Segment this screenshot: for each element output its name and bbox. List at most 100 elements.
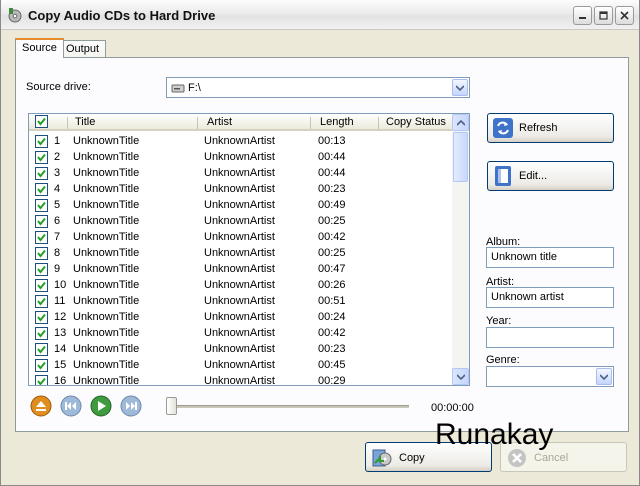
- close-icon: [620, 11, 629, 20]
- track-checkbox[interactable]: [35, 215, 48, 228]
- artist-field[interactable]: Unknown artist: [486, 287, 614, 308]
- scroll-thumb[interactable]: [453, 132, 468, 182]
- seek-thumb[interactable]: [166, 397, 177, 415]
- track-list-header: Title Artist Length Copy Status: [29, 114, 453, 131]
- track-checkbox[interactable]: [35, 247, 48, 260]
- vertical-scrollbar[interactable]: [452, 114, 469, 385]
- play-icon[interactable]: [90, 395, 112, 417]
- track-artist: UnknownArtist: [204, 359, 275, 371]
- table-row[interactable]: 4 UnknownTitle UnknownArtist 00:23: [29, 182, 453, 198]
- checkmark-icon: [37, 377, 46, 385]
- track-length: 00:47: [318, 263, 346, 275]
- select-all-checkbox[interactable]: [35, 115, 48, 128]
- track-artist: UnknownArtist: [204, 295, 275, 307]
- track-artist: UnknownArtist: [204, 199, 275, 211]
- track-checkbox[interactable]: [35, 167, 48, 180]
- checkmark-icon: [37, 201, 46, 210]
- header-length[interactable]: Length: [320, 116, 354, 128]
- track-title: UnknownTitle: [73, 215, 140, 227]
- source-drive-value: F:\: [188, 82, 201, 94]
- header-title[interactable]: Title: [75, 116, 95, 128]
- maximize-button[interactable]: [594, 6, 613, 25]
- table-row[interactable]: 1 UnknownTitle UnknownArtist 00:13: [29, 134, 453, 150]
- previous-track-icon[interactable]: [60, 395, 82, 417]
- track-checkbox[interactable]: [35, 183, 48, 196]
- table-row[interactable]: 14 UnknownTitle UnknownArtist 00:23: [29, 342, 453, 358]
- track-checkbox[interactable]: [35, 295, 48, 308]
- edit-button[interactable]: Edit...: [487, 161, 614, 191]
- track-title: UnknownTitle: [73, 199, 140, 211]
- checkmark-icon: [37, 217, 46, 226]
- minimize-button[interactable]: [573, 6, 592, 25]
- scroll-up-button[interactable]: [452, 114, 469, 131]
- checkmark-icon: [37, 361, 46, 370]
- track-title: UnknownTitle: [73, 295, 140, 307]
- eject-icon[interactable]: [30, 395, 52, 417]
- track-title: UnknownTitle: [73, 279, 140, 291]
- table-row[interactable]: 6 UnknownTitle UnknownArtist 00:25: [29, 214, 453, 230]
- watermark-text: Runakay: [435, 418, 554, 451]
- track-artist: UnknownArtist: [204, 151, 275, 163]
- next-track-icon[interactable]: [120, 395, 142, 417]
- track-number: 16: [54, 375, 67, 386]
- track-artist: UnknownArtist: [204, 343, 275, 355]
- refresh-icon: [493, 118, 513, 138]
- tab-output[interactable]: Output: [59, 40, 107, 58]
- track-checkbox[interactable]: [35, 343, 48, 356]
- table-row[interactable]: 3 UnknownTitle UnknownArtist 00:44: [29, 166, 453, 182]
- track-checkbox[interactable]: [35, 327, 48, 340]
- scroll-down-button[interactable]: [452, 368, 469, 385]
- track-checkbox[interactable]: [35, 231, 48, 244]
- chevron-down-icon[interactable]: [596, 368, 612, 385]
- chevron-up-icon: [456, 119, 465, 126]
- track-length: 00:26: [318, 279, 346, 291]
- track-title: UnknownTitle: [73, 151, 140, 163]
- track-checkbox[interactable]: [35, 311, 48, 324]
- app-icon: [8, 8, 22, 23]
- source-drive-select[interactable]: F:\: [166, 77, 470, 98]
- album-field[interactable]: Unknown title: [486, 247, 614, 268]
- cancel-label: Cancel: [534, 452, 569, 464]
- header-artist[interactable]: Artist: [207, 116, 232, 128]
- table-row[interactable]: 2 UnknownTitle UnknownArtist 00:44: [29, 150, 453, 166]
- close-button[interactable]: [615, 6, 634, 25]
- checkmark-icon: [37, 137, 46, 146]
- track-length: 00:51: [318, 295, 346, 307]
- title-bar[interactable]: Copy Audio CDs to Hard Drive: [1, 0, 639, 30]
- track-checkbox[interactable]: [35, 279, 48, 292]
- track-checkbox[interactable]: [35, 135, 48, 148]
- track-artist: UnknownArtist: [204, 167, 275, 179]
- track-number: 7: [54, 231, 61, 243]
- seek-track[interactable]: [169, 405, 409, 408]
- checkmark-icon: [37, 329, 46, 338]
- chevron-down-icon: [456, 373, 465, 380]
- header-separator: [67, 117, 68, 129]
- table-row[interactable]: 12 UnknownTitle UnknownArtist 00:24: [29, 310, 453, 326]
- track-checkbox[interactable]: [35, 151, 48, 164]
- track-checkbox[interactable]: [35, 359, 48, 372]
- year-field[interactable]: [486, 327, 614, 348]
- refresh-button[interactable]: Refresh: [487, 113, 614, 143]
- track-checkbox[interactable]: [35, 375, 48, 385]
- track-number: 15: [54, 359, 67, 371]
- track-checkbox[interactable]: [35, 263, 48, 276]
- header-copy-status[interactable]: Copy Status: [386, 116, 446, 128]
- table-row[interactable]: 11 UnknownTitle UnknownArtist 00:51: [29, 294, 453, 310]
- track-length: 00:49: [318, 199, 346, 211]
- tab-source[interactable]: Source: [15, 38, 64, 58]
- table-row[interactable]: 13 UnknownTitle UnknownArtist 00:42: [29, 326, 453, 342]
- table-row[interactable]: 15 UnknownTitle UnknownArtist 00:45: [29, 358, 453, 374]
- chevron-down-icon[interactable]: [452, 79, 468, 96]
- track-checkbox[interactable]: [35, 199, 48, 212]
- track-list[interactable]: Title Artist Length Copy Status 1 Unknown…: [28, 113, 470, 386]
- table-row[interactable]: 16 UnknownTitle UnknownArtist 00:29: [29, 374, 453, 386]
- header-separator: [197, 117, 198, 129]
- table-row[interactable]: 9 UnknownTitle UnknownArtist 00:47: [29, 262, 453, 278]
- table-row[interactable]: 7 UnknownTitle UnknownArtist 00:42: [29, 230, 453, 246]
- track-length: 00:42: [318, 327, 346, 339]
- table-row[interactable]: 10 UnknownTitle UnknownArtist 00:26: [29, 278, 453, 294]
- genre-select[interactable]: [486, 366, 614, 387]
- table-row[interactable]: 8 UnknownTitle UnknownArtist 00:25: [29, 246, 453, 262]
- table-row[interactable]: 5 UnknownTitle UnknownArtist 00:49: [29, 198, 453, 214]
- track-title: UnknownTitle: [73, 311, 140, 323]
